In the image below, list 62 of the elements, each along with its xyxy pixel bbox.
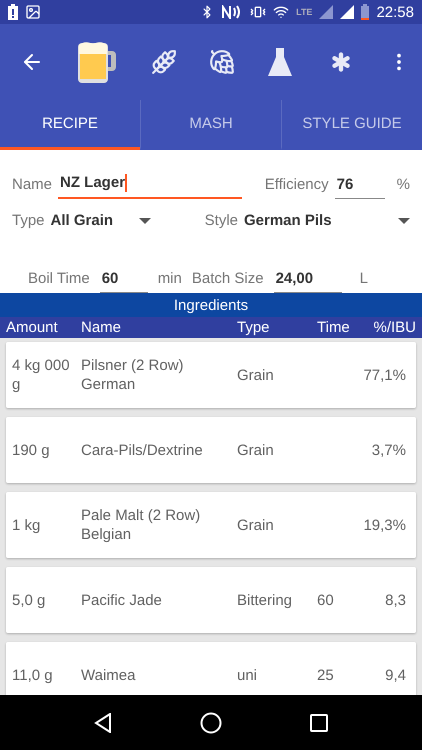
column-header: Type	[237, 319, 271, 336]
network-type: LTE	[296, 7, 312, 17]
type-cell-text: Grain	[237, 516, 275, 534]
style-dropdown[interactable]: German Pils	[244, 212, 410, 236]
ingredient-card[interactable]: 1 kg Pale Malt (2 Row) Belgian Grain 19,3%	[6, 492, 416, 558]
field-label: Style	[204, 212, 238, 232]
type-cell-text: uni	[237, 666, 258, 684]
type-cell-text: Bittering	[237, 590, 294, 610]
type-dropdown[interactable]: All Grain	[50, 212, 151, 236]
battery-alert-icon	[8, 4, 18, 20]
field-label: Batch Size	[192, 270, 264, 290]
share-cell-text: 19,3%	[362, 516, 407, 534]
time-cell-text: 25	[317, 666, 335, 684]
type-cell-text: Grain	[237, 440, 275, 460]
unit-label: L	[360, 270, 368, 290]
field-label: Type	[12, 212, 45, 232]
home-icon[interactable]	[200, 712, 222, 734]
signal-icon	[340, 5, 354, 19]
ingredient-card[interactable]: 190 g Cara-Pils/Dextrine Grain 3,7%	[6, 417, 416, 483]
battery-icon	[361, 4, 370, 20]
section-title: Ingredients	[0, 293, 422, 317]
share-cell-text: 3,7%	[370, 440, 407, 460]
back-icon[interactable]	[94, 712, 112, 732]
share-cell-text: 9,4	[384, 666, 407, 684]
amount-cell-text: 4 kg 000 g	[12, 356, 71, 394]
field-label: Boil Time	[28, 270, 90, 290]
column-header: %/IBU	[372, 319, 416, 336]
name-cell-text: Cara-Pils/Dextrine	[81, 440, 204, 460]
unit-label: %	[396, 176, 410, 195]
recents-icon[interactable]	[310, 714, 328, 732]
clock-time: 22:58	[376, 4, 414, 20]
signal-icon	[319, 5, 334, 19]
name-cell-text: Pale Malt (2 Row) Belgian	[81, 506, 202, 544]
wheat-icon[interactable]	[150, 49, 177, 75]
wifi-icon	[273, 4, 290, 20]
column-header: Amount	[6, 319, 59, 336]
amount-cell-text: 11,0 g	[12, 666, 54, 684]
field-label: Name	[12, 176, 52, 195]
flask-icon[interactable]	[267, 47, 294, 77]
name-cell-text: Waimea	[81, 666, 136, 684]
share-cell-text: 77,1%	[362, 366, 407, 384]
ingredient-card[interactable]: 5,0 g Pacific Jade Bittering 60 8,3	[6, 567, 416, 633]
name-field[interactable]: NZ Lager	[58, 174, 242, 199]
ingredient-card[interactable]: 11,0 g Waimea uni 25 9,4	[6, 642, 416, 695]
amount-cell-text: 190 g	[12, 440, 51, 460]
amount-cell-text: 5,0 g	[12, 590, 46, 610]
name-cell-text: Pilsner (2 Row) German	[81, 356, 185, 394]
column-header: Time	[317, 319, 351, 336]
hop-icon[interactable]	[208, 49, 235, 75]
unit-label: min	[158, 270, 182, 290]
ingredient-card[interactable]: 4 kg 000 g Pilsner (2 Row) German Grain 77,1%	[6, 342, 416, 408]
amount-cell-text: 1 kg	[12, 516, 42, 534]
time-cell-text: 60	[317, 590, 335, 610]
efficiency-field[interactable]: 76	[334, 176, 385, 199]
type-cell-text: Grain	[237, 366, 275, 384]
field-label: Efficiency	[264, 176, 329, 195]
vibrate-icon	[250, 4, 266, 20]
image-icon	[25, 4, 41, 20]
beer-mug-icon	[76, 39, 118, 85]
share-cell-text: 8,3	[384, 590, 407, 610]
name-cell-text: Pacific Jade	[81, 590, 163, 610]
column-header: Name	[81, 319, 122, 336]
